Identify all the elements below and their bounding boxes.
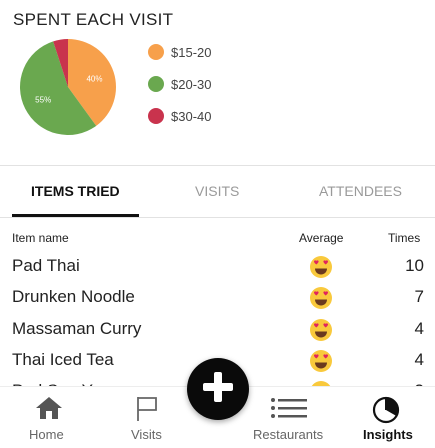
tab-items-tried[interactable]: ITEMS TRIED <box>31 183 120 199</box>
legend-label: $15-20 <box>171 44 212 60</box>
nav-label: Home <box>29 427 64 442</box>
legend-dot <box>148 76 164 92</box>
divider <box>0 217 435 218</box>
nav-visits[interactable]: Visits <box>100 387 195 448</box>
heart-eyes-emoji-icon <box>309 255 333 284</box>
legend-item-15-20: $15-20 <box>148 44 211 60</box>
table-row[interactable]: Massaman Curry 4 <box>0 319 435 350</box>
item-name: Massaman Curry <box>12 319 142 338</box>
column-header-average: Average <box>299 231 344 245</box>
pie-data-label: 55% <box>35 96 51 105</box>
column-header-times: Times <box>388 231 421 245</box>
pie-chart: 40% 55% <box>20 39 117 135</box>
heart-eyes-emoji-icon <box>309 349 333 378</box>
table-row[interactable]: Pad Thai 10 <box>0 256 435 287</box>
pie-data-label: 40% <box>86 74 102 83</box>
nav-label: Restaurants <box>253 427 324 442</box>
column-header-item-name: Item name <box>12 231 69 245</box>
times-count: 4 <box>414 319 424 338</box>
times-count: 4 <box>414 350 424 369</box>
divider <box>0 165 435 166</box>
times-count: 7 <box>414 287 424 306</box>
nav-restaurants[interactable]: Restaurants <box>240 387 340 448</box>
nav-label: Insights <box>363 427 413 442</box>
heart-eyes-emoji-icon <box>309 286 333 315</box>
plus-icon <box>202 371 234 408</box>
nav-insights[interactable]: Insights <box>345 387 435 448</box>
item-name: Thai Iced Tea <box>12 350 114 369</box>
item-name: Pad Thai <box>12 256 80 275</box>
tab-visits[interactable]: VISITS <box>195 183 239 199</box>
legend-label: $20-30 <box>171 76 212 92</box>
nav-home[interactable]: Home <box>0 387 100 448</box>
legend-dot <box>148 44 164 60</box>
heart-eyes-emoji-icon <box>309 318 333 347</box>
flag-icon <box>135 396 159 427</box>
tab-attendees[interactable]: ATTENDEES <box>319 183 402 199</box>
legend-dot <box>148 108 164 124</box>
add-visit-button[interactable] <box>187 358 249 420</box>
home-icon <box>35 396 63 425</box>
table-row[interactable]: Drunken Noodle 7 <box>0 287 435 318</box>
legend-item-20-30: $20-30 <box>148 76 211 92</box>
insights-icon <box>372 396 400 429</box>
chart-title: SPENT EACH VISIT <box>13 10 174 29</box>
legend-item-30-40: $30-40 <box>148 108 211 124</box>
legend-label: $30-40 <box>171 108 212 124</box>
nav-label: Visits <box>131 427 162 442</box>
item-name: Drunken Noodle <box>12 287 135 306</box>
times-count: 10 <box>405 256 424 275</box>
list-icon <box>270 396 308 425</box>
